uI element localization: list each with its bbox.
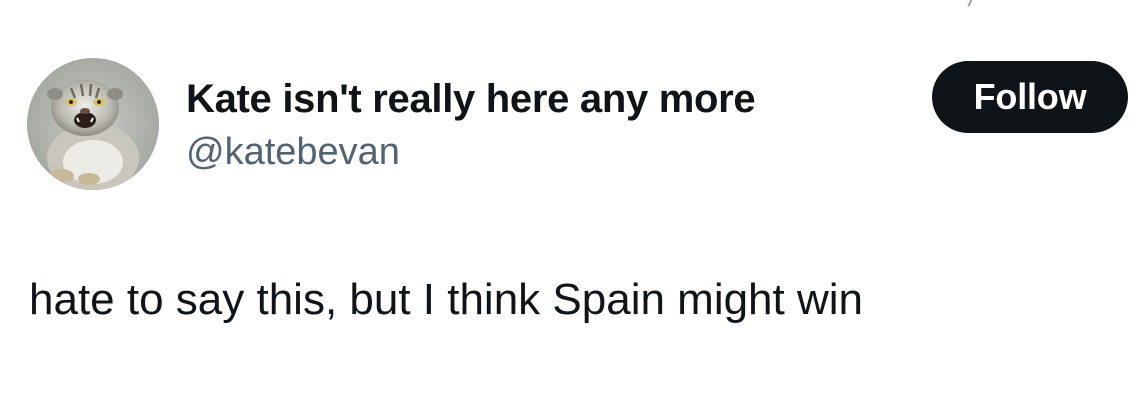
tweet-text: hate to say this, but I think Spain migh… (29, 275, 864, 324)
clipped-mark (967, 0, 973, 7)
pallas-cat-avatar-icon (27, 58, 159, 190)
follow-button[interactable]: Follow (932, 61, 1128, 133)
tweet-card: Kate isn't really here any more @katebev… (0, 0, 1134, 410)
avatar[interactable] (27, 58, 159, 190)
display-name[interactable]: Kate isn't really here any more (186, 73, 756, 125)
user-handle[interactable]: @katebevan (186, 127, 400, 177)
